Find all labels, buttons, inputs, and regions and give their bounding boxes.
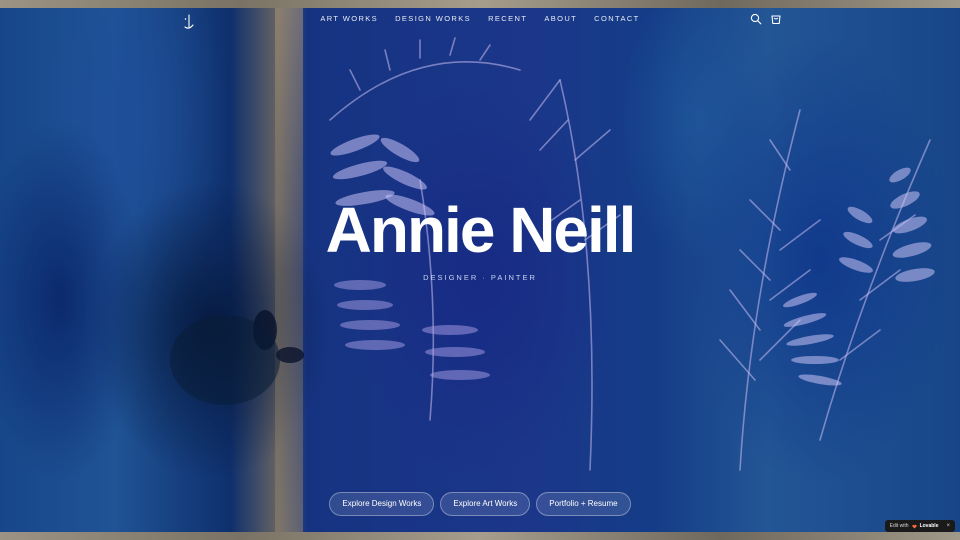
- lovable-heart-icon: [911, 524, 917, 528]
- cart-icon[interactable]: [770, 13, 782, 25]
- nav-item-contact[interactable]: CONTACT: [586, 14, 649, 23]
- explore-art-works-button[interactable]: Explore Art Works: [440, 492, 531, 516]
- main-nav: ART WORKS DESIGN WORKS RECENT ABOUT CONT…: [0, 14, 960, 23]
- edit-with-lovable-badge[interactable]: Edit with Lovable ×: [884, 520, 955, 532]
- badge-brand: Lovable: [919, 523, 939, 529]
- explore-design-works-button[interactable]: Explore Design Works: [329, 492, 435, 516]
- close-icon[interactable]: ×: [946, 523, 950, 529]
- cta-row: Explore Design Works Explore Art Works P…: [0, 492, 960, 516]
- hero-subtitle: DESIGNER · PAINTER: [423, 273, 537, 282]
- page: ART WORKS DESIGN WORKS RECENT ABOUT CONT…: [0, 0, 960, 540]
- search-icon[interactable]: [750, 13, 762, 25]
- portfolio-resume-button[interactable]: Portfolio + Resume: [536, 492, 631, 516]
- nav-item-design-works[interactable]: DESIGN WORKS: [387, 14, 480, 23]
- badge-prefix: Edit with: [889, 523, 909, 529]
- header-icons: [750, 13, 782, 25]
- nav-item-recent[interactable]: RECENT: [480, 14, 536, 23]
- nav-item-about[interactable]: ABOUT: [536, 14, 586, 23]
- nav-item-art-works[interactable]: ART WORKS: [312, 14, 387, 23]
- fern-prints-decoration: [170, 37, 935, 471]
- site-header: ART WORKS DESIGN WORKS RECENT ABOUT CONT…: [0, 0, 960, 40]
- hero-title: Annie Neill: [325, 194, 637, 266]
